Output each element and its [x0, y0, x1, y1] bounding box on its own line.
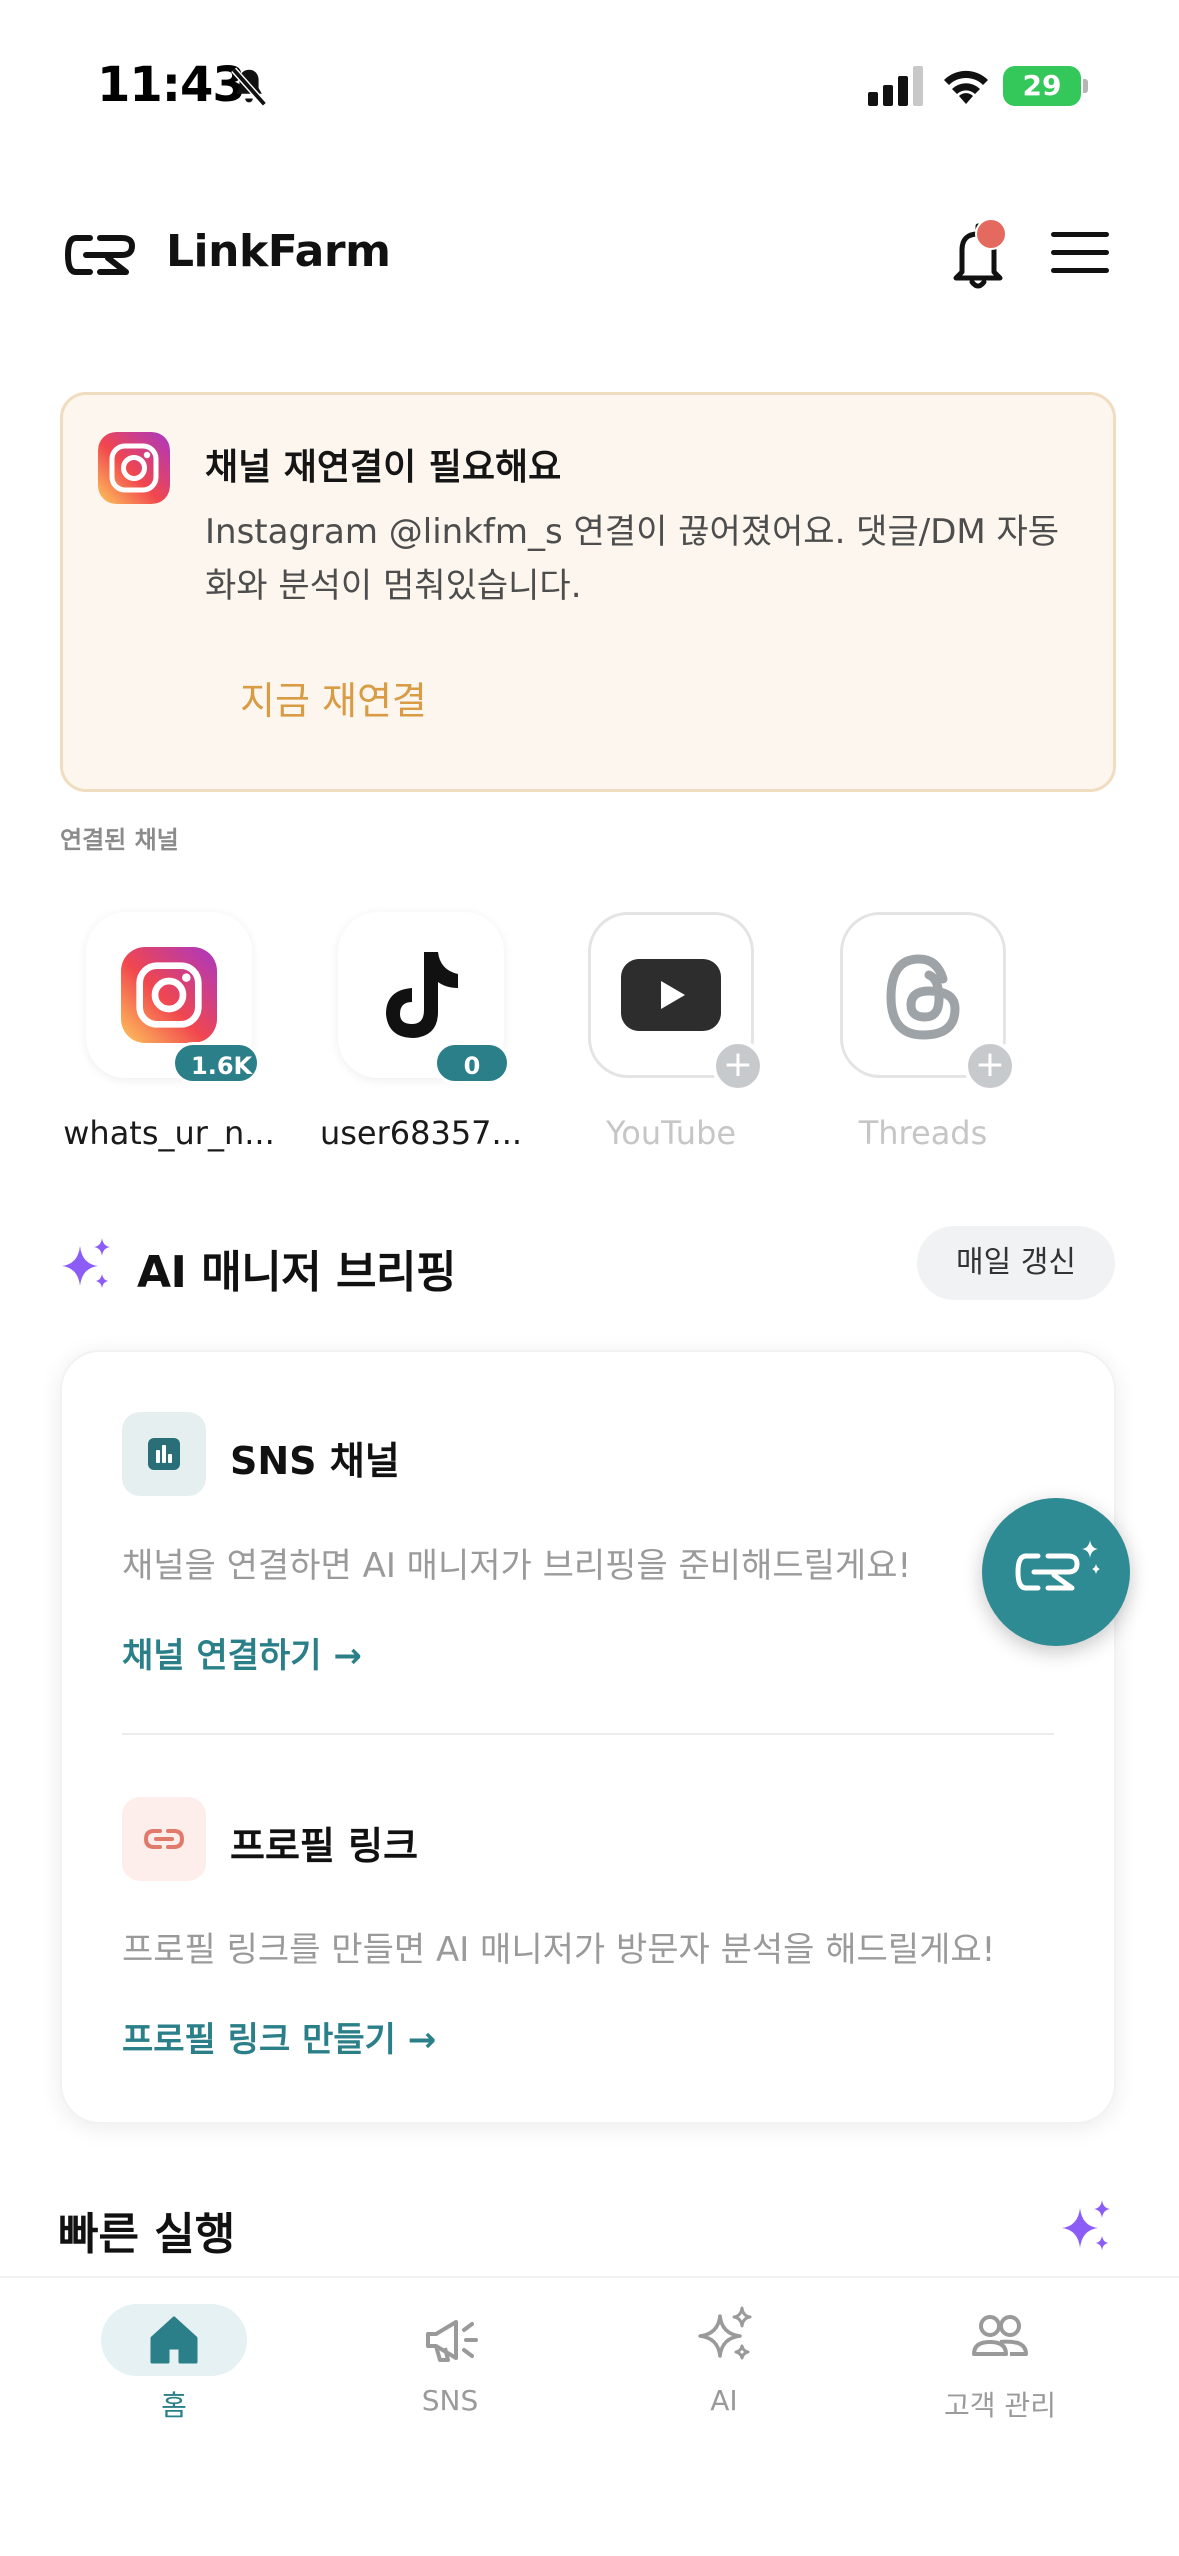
channel-follower-badge: 1.6K — [172, 1042, 260, 1084]
connect-channel-link[interactable]: 채널 연결하기 → — [122, 1628, 362, 1677]
link-icon — [143, 1829, 185, 1849]
cellular-signal-icon — [868, 66, 923, 106]
ai-assistant-fab[interactable] — [982, 1498, 1130, 1646]
nav-label-ai[interactable]: AI — [624, 2384, 824, 2417]
wifi-icon — [944, 70, 988, 104]
channel-name: user68357... — [319, 1114, 523, 1152]
status-time: 11:43 — [97, 57, 246, 113]
status-bar: 11:43 29 — [0, 0, 1179, 170]
sparkle-icon[interactable] — [696, 2304, 756, 2364]
channel-follower-badge: 0 — [434, 1042, 510, 1084]
bell-off-icon — [231, 67, 267, 107]
tiktok-icon — [386, 952, 458, 1038]
chart-icon — [148, 1438, 180, 1470]
profile-link-title: 프로필 링크 — [230, 1824, 419, 1868]
briefing-divider — [122, 1733, 1054, 1735]
ai-briefing-title: AI 매니저 브리핑 — [137, 1247, 456, 1298]
sparkle-icon — [62, 1238, 110, 1288]
users-icon[interactable] — [970, 2306, 1030, 2366]
daily-update-badge[interactable]: 매일 갱신 — [917, 1226, 1115, 1300]
nav-label-home[interactable]: 홈 — [74, 2384, 274, 2424]
add-channel-button[interactable]: + — [712, 1040, 764, 1092]
profile-link-icon-box — [122, 1797, 206, 1881]
alert-title: 채널 재연결이 필요해요 — [205, 447, 562, 488]
channel-name: Threads — [858, 1114, 988, 1152]
brand-name: LinkFarm — [166, 226, 391, 277]
linkfarm-ai-icon — [1015, 1540, 1100, 1591]
channel-name: whats_ur_n... — [63, 1114, 275, 1152]
threads-icon — [886, 954, 960, 1040]
hamburger-menu-icon[interactable] — [1051, 230, 1109, 276]
reconnect-now-button[interactable]: 지금 재연결 — [240, 670, 427, 725]
quick-actions-title: 빠른 실행 — [58, 2209, 236, 2260]
sns-channel-description: 채널을 연결하면 AI 매니저가 브리핑을 준비해드릴게요! — [122, 1546, 912, 1586]
connected-channels-label: 연결된 채널 — [60, 826, 179, 854]
profile-link-description: 프로필 링크를 만들면 AI 매니저가 방문자 분석을 해드릴게요! — [122, 1930, 996, 1970]
linkfarm-logo-icon — [64, 235, 136, 275]
notification-dot — [975, 218, 1007, 250]
nav-label-customers[interactable]: 고객 관리 — [900, 2384, 1100, 2424]
ai-briefing-card — [60, 1350, 1116, 2124]
sparkle-icon — [1062, 2200, 1110, 2250]
battery-level: 29 — [1022, 69, 1062, 102]
nav-label-sns[interactable]: SNS — [350, 2384, 550, 2417]
instagram-icon — [98, 432, 170, 504]
alert-body: Instagram @linkfm_s 연결이 끊어졌어요. 댓글/DM 자동화… — [205, 512, 1060, 606]
home-icon[interactable] — [144, 2310, 204, 2370]
app-screen: 11:43 29 LinkFarm 채널 재연결이 필요해요 Instagram… — [0, 0, 1179, 2556]
battery-indicator: 29 — [1003, 66, 1089, 106]
megaphone-icon[interactable] — [420, 2310, 480, 2370]
sns-channel-title: SNS 채널 — [230, 1439, 400, 1483]
channel-name: YouTube — [605, 1114, 737, 1152]
add-channel-button[interactable]: + — [964, 1040, 1016, 1092]
sns-channel-icon-box — [122, 1412, 206, 1496]
youtube-icon — [621, 959, 721, 1031]
instagram-icon — [121, 947, 217, 1043]
create-profile-link-link[interactable]: 프로필 링크 만들기 → — [122, 2012, 436, 2061]
battery-cap — [1083, 79, 1088, 93]
